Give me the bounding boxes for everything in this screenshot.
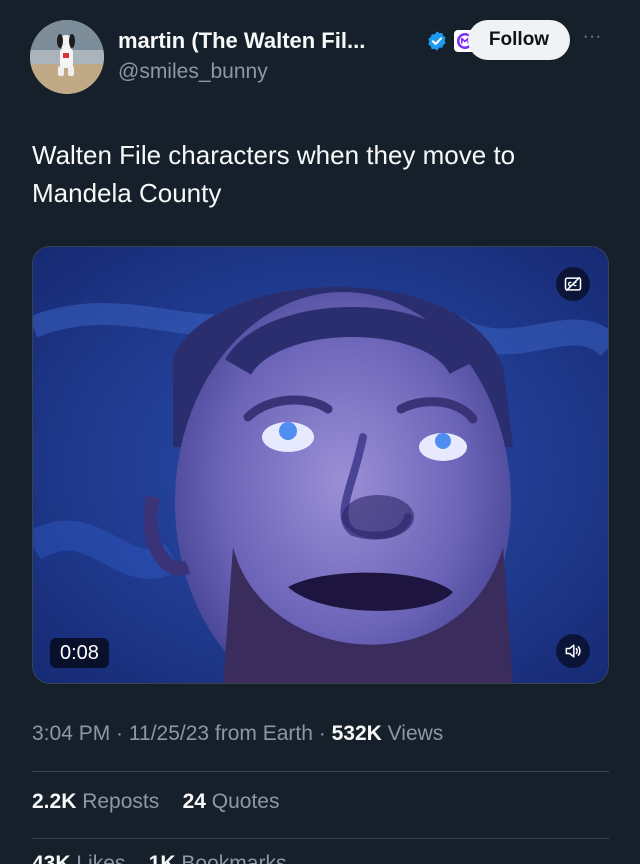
engagement-stats: 2.2K Reposts 24 Quotes	[32, 790, 279, 814]
likes-link[interactable]: 43K Likes	[32, 852, 125, 864]
views-label: Views	[381, 722, 444, 745]
bookmarks-label: Bookmarks	[175, 852, 287, 864]
display-name[interactable]: martin (The Walten Fil...	[118, 28, 365, 54]
tweet-header: martin (The Walten Fil... @smiles_bunny …	[30, 18, 610, 98]
tweet-date[interactable]: 11/25/23	[129, 722, 209, 745]
divider	[32, 838, 609, 839]
quotes-link[interactable]: 24 Quotes	[183, 790, 280, 813]
speaker-icon[interactable]	[556, 634, 590, 668]
likes-count: 43K	[32, 852, 71, 864]
quotes-label: Quotes	[205, 790, 280, 813]
quotes-count: 24	[182, 790, 206, 813]
more-options-icon[interactable]: ···	[583, 28, 602, 46]
follow-button[interactable]: Follow	[468, 20, 570, 60]
tweet-source: from Earth	[209, 722, 313, 745]
video-duration: 0:08	[50, 638, 109, 668]
verified-badge-icon	[428, 31, 446, 51]
engagement-stats-secondary: 43K Likes 1K Bookmarks	[32, 852, 286, 864]
tweet-meta: 3:04 PM · 11/25/23 from Earth · 532K Vie…	[32, 722, 443, 746]
reposts-label: Reposts	[76, 790, 160, 813]
video-frame	[33, 247, 608, 683]
tweet-time[interactable]: 3:04 PM	[32, 722, 110, 745]
views-count: 532K	[331, 722, 382, 745]
bookmarks-count: 1K	[148, 852, 176, 864]
meta-separator: ·	[312, 722, 332, 745]
tweet-text: Walten File characters when they move to…	[32, 140, 516, 208]
video-player[interactable]: 0:08	[32, 246, 609, 684]
meta-separator: ·	[110, 722, 129, 745]
avatar-image	[30, 20, 104, 94]
reposts-count: 2.2K	[32, 790, 77, 813]
reposts-link[interactable]: 2.2K Reposts	[32, 790, 159, 813]
captions-off-icon[interactable]	[556, 267, 590, 301]
divider	[32, 771, 609, 772]
bookmarks-link[interactable]: 1K Bookmarks	[149, 852, 287, 864]
avatar[interactable]	[30, 20, 104, 94]
likes-label: Likes	[70, 852, 126, 864]
user-handle[interactable]: @smiles_bunny	[118, 60, 268, 84]
